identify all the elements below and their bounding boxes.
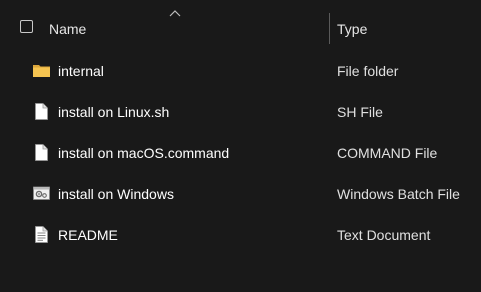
file-row[interactable]: install on macOS.command COMMAND File	[0, 132, 481, 173]
file-row[interactable]: install on Linux.sh SH File	[0, 91, 481, 132]
file-type: SH File	[337, 104, 383, 120]
file-row[interactable]: install on Windows Windows Batch File	[0, 173, 481, 214]
blank-file-icon	[32, 102, 51, 121]
name-column-header[interactable]: Name	[49, 20, 86, 38]
column-header: Name Type	[0, 0, 481, 52]
column-divider[interactable]	[329, 13, 330, 44]
folder-icon	[32, 61, 51, 80]
file-type: Text Document	[337, 227, 431, 243]
select-all-checkbox[interactable]	[20, 20, 33, 33]
chevron-up-icon[interactable]	[169, 9, 181, 17]
file-row[interactable]: internal File folder	[0, 50, 481, 91]
file-type: File folder	[337, 63, 399, 79]
text-file-icon	[32, 225, 51, 244]
file-name: install on Linux.sh	[58, 104, 170, 120]
batch-file-icon	[32, 184, 51, 203]
file-name: install on Windows	[58, 186, 174, 202]
file-name: README	[58, 227, 118, 243]
file-row[interactable]: README Text Document	[0, 214, 481, 255]
file-type: COMMAND File	[337, 145, 438, 161]
type-column-header[interactable]: Type	[337, 20, 367, 38]
file-name: internal	[58, 63, 104, 79]
blank-file-icon	[32, 143, 51, 162]
file-type: Windows Batch File	[337, 186, 460, 202]
file-name: install on macOS.command	[58, 145, 230, 161]
